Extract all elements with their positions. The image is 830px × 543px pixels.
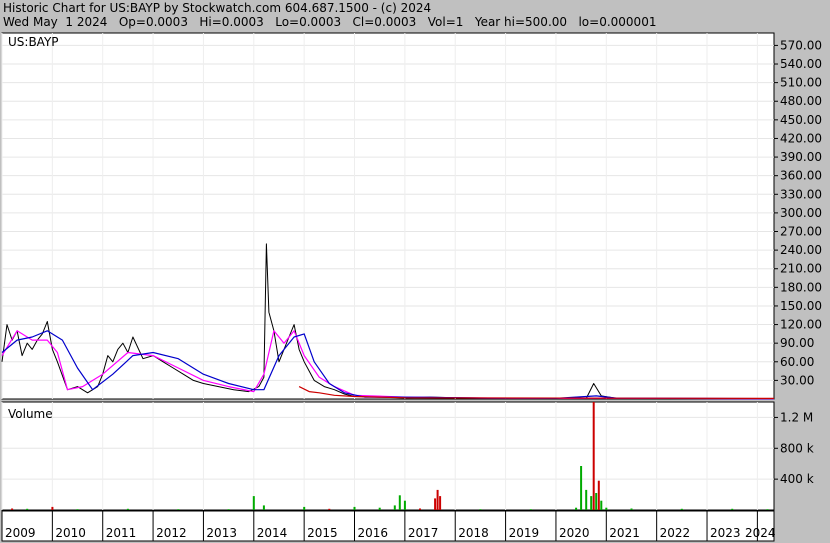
volume-bar [378,507,381,510]
price-tick-label: 330.00 [780,187,822,201]
volume-tick-label: 1.2 M [780,410,813,424]
volume-bar [597,480,600,510]
volume-bar [434,498,437,510]
year-label: 2014 [257,526,288,540]
volume-tick-label: 400 k [780,472,814,486]
volume-bar [766,509,769,510]
price-y-axis: 570.00 540.00 510.00 480.00 450.00 420.00 390.… [774,38,822,387]
volume-bar [595,493,598,510]
volume-bar [177,509,180,510]
volume-bar [51,506,54,510]
year-label: 2020 [559,526,590,540]
year-label: 2022 [660,526,691,540]
price-panel [1,32,775,400]
price-tick-label: 510.00 [780,76,822,90]
volume-bar [529,509,532,510]
price-tick-label: 180.00 [780,280,822,294]
year-label: 2010 [55,526,86,540]
year-label: 2018 [458,526,489,540]
volume-y-axis: 1.2 M 800 k 400 k [774,410,814,486]
price-tick-label: 150.00 [780,299,822,313]
volume-panel [1,401,775,511]
volume-panel-title: Volume [8,407,53,421]
volume-bar [575,507,578,510]
price-tick-label: 90.00 [780,336,814,350]
price-tick-label: 480.00 [780,94,822,108]
stock-chart: 570.00 540.00 510.00 480.00 450.00 420.00 390.… [1,32,822,542]
price-tick-label: 360.00 [780,169,822,183]
year-label: 2024 [745,526,776,540]
volume-bar [303,506,306,510]
price-tick-label: 420.00 [780,131,822,145]
volume-bar [580,466,583,510]
volume-bar [252,496,255,510]
volume-bar [328,508,331,510]
volume-bar [419,508,421,510]
volume-bar [630,508,633,510]
price-tick-label: 570.00 [780,38,822,52]
volume-bar [76,509,79,510]
price-tick-label: 120.00 [780,318,822,332]
year-label: 2021 [609,526,640,540]
year-label: 2012 [156,526,187,540]
price-panel-title: US:BAYP [8,35,59,49]
volume-bar [436,489,439,510]
volume-bar [11,508,14,510]
volume-bar [600,500,603,510]
price-tick-label: 60.00 [780,355,814,369]
price-tick-label: 270.00 [780,225,822,239]
year-label: 2013 [206,526,237,540]
volume-bar [398,495,401,510]
year-label: 2017 [408,526,439,540]
volume-bar [26,508,29,510]
year-label: 2019 [509,526,540,540]
volume-bar [227,509,230,510]
volume-bar [479,509,482,510]
volume-bar [731,508,734,510]
price-tick-label: 240.00 [780,243,822,257]
volume-bar [439,496,442,510]
price-tick-label: 540.00 [780,57,822,71]
price-tick-label: 450.00 [780,113,822,127]
year-label: 2009 [5,526,36,540]
volume-bar [605,507,608,510]
volume-bar [403,500,406,510]
volume-bar [590,496,593,510]
volume-tick-label: 800 k [780,441,814,455]
volume-bar [592,402,595,510]
volume-bar [262,505,265,510]
price-tick-label: 390.00 [780,150,822,164]
volume-bar [353,506,356,510]
price-tick-label: 300.00 [780,206,822,220]
year-label: 2023 [710,526,741,540]
volume-bar [393,505,396,510]
price-tick-label: 30.00 [780,373,814,387]
volume-bar [585,489,588,510]
year-label: 2011 [106,526,137,540]
price-tick-label: 210.00 [780,262,822,276]
year-label: 2016 [358,526,389,540]
volume-bar [680,508,683,510]
volume-bar [126,508,129,510]
year-label: 2015 [307,526,338,540]
